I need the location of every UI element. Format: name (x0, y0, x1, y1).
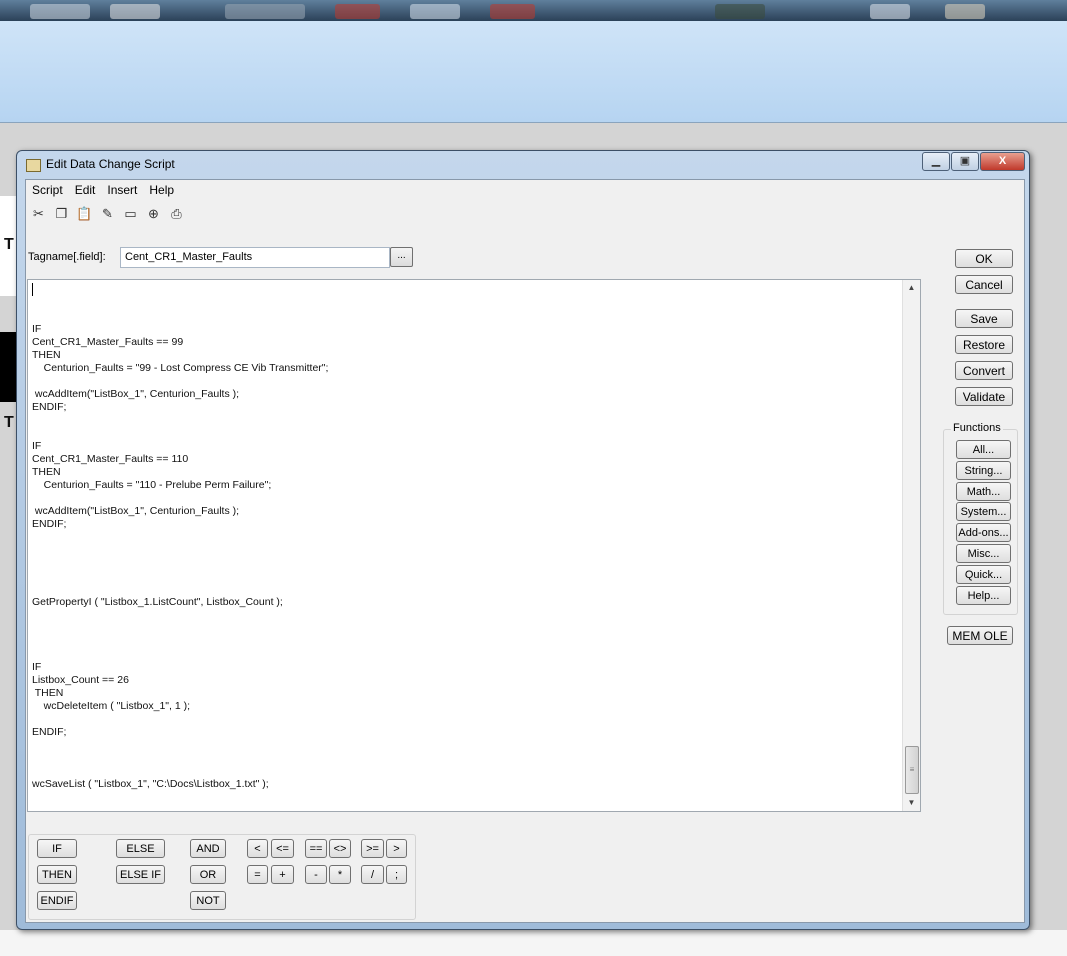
close-button[interactable]: X (980, 152, 1025, 171)
op-lt-button[interactable]: < (247, 839, 268, 858)
scroll-thumb[interactable]: ≡ (905, 746, 919, 794)
taskbar-thumb[interactable] (715, 4, 765, 19)
dialog-title: Edit Data Change Script (46, 157, 175, 171)
functions-addons-button[interactable]: Add-ons... (956, 523, 1011, 542)
op-times-button[interactable]: * (329, 865, 351, 884)
taskbar-thumb[interactable] (410, 4, 460, 19)
functions-misc-button[interactable]: Misc... (956, 544, 1011, 563)
op-le-button[interactable]: <= (271, 839, 294, 858)
functions-title: Functions (951, 422, 1003, 434)
toolbar: ✂ ❐ 📋 ✎ ▭ ⊕ ⎙ (30, 206, 185, 221)
taskbar-thumb[interactable] (490, 4, 535, 19)
window-controls: ▁ ▣ X (921, 152, 1025, 171)
cancel-button[interactable]: Cancel (955, 275, 1013, 294)
op-and-button[interactable]: AND (190, 839, 226, 858)
tagname-input[interactable]: Cent_CR1_Master_Faults (120, 247, 390, 268)
taskbar-thumb[interactable] (335, 4, 380, 19)
print-icon[interactable]: ⎙ (168, 206, 185, 221)
parent-status-area (0, 930, 1067, 956)
convert-icon[interactable]: ⊕ (145, 206, 162, 221)
script-text[interactable]: IF Cent_CR1_Master_Faults == 99 THEN Cen… (32, 284, 328, 791)
restore-button[interactable]: Restore (955, 335, 1013, 354)
maximize-button[interactable]: ▣ (951, 152, 979, 171)
parent-app-header (0, 21, 1067, 123)
op-then-button[interactable]: THEN (37, 865, 77, 884)
taskbar (0, 0, 1067, 21)
validate-button[interactable]: Validate (955, 387, 1013, 406)
op-plus-button[interactable]: + (271, 865, 294, 884)
functions-system-button[interactable]: System... (956, 502, 1011, 521)
op-ne-button[interactable]: <> (329, 839, 351, 858)
op-assign-button[interactable]: = (247, 865, 268, 884)
functions-help-button[interactable]: Help... (956, 586, 1011, 605)
mem-ole-button[interactable]: MEM OLE (947, 626, 1013, 645)
op-else-button[interactable]: ELSE (116, 839, 165, 858)
op-eq-button[interactable]: == (305, 839, 327, 858)
op-gt-button[interactable]: > (386, 839, 407, 858)
tagname-browse-button[interactable]: ... (390, 247, 413, 267)
op-or-button[interactable]: OR (190, 865, 226, 884)
op-not-button[interactable]: NOT (190, 891, 226, 910)
op-ge-button[interactable]: >= (361, 839, 384, 858)
cut-icon[interactable]: ✂ (30, 206, 47, 221)
edit-data-change-script-dialog: Edit Data Change Script ▁ ▣ X Script Edi… (16, 150, 1030, 930)
window-icon[interactable]: ▭ (122, 206, 139, 221)
menu-bar: Script Edit Insert Help (26, 180, 1024, 200)
op-endif-button[interactable]: ENDIF (37, 891, 77, 910)
convert-button[interactable]: Convert (955, 361, 1013, 380)
menu-edit[interactable]: Edit (69, 180, 102, 200)
scroll-up-arrow-icon[interactable]: ▲ (903, 280, 920, 296)
menu-insert[interactable]: Insert (101, 180, 143, 200)
menu-help[interactable]: Help (143, 180, 180, 200)
functions-quick-button[interactable]: Quick... (956, 565, 1011, 584)
copy-icon[interactable]: ❐ (53, 206, 70, 221)
op-divide-button[interactable]: / (361, 865, 384, 884)
taskbar-thumb[interactable] (110, 4, 160, 19)
minimize-button[interactable]: ▁ (922, 152, 950, 171)
taskbar-thumb[interactable] (870, 4, 910, 19)
op-if-button[interactable]: IF (37, 839, 77, 858)
op-semicolon-button[interactable]: ; (386, 865, 407, 884)
editor-scrollbar[interactable]: ▲ ≡ ▼ (902, 280, 920, 811)
op-minus-button[interactable]: - (305, 865, 327, 884)
op-elseif-button[interactable]: ELSE IF (116, 865, 165, 884)
taskbar-thumb[interactable] (225, 4, 305, 19)
save-button[interactable]: Save (955, 309, 1013, 328)
tag-icon[interactable]: ✎ (99, 206, 116, 221)
functions-math-button[interactable]: Math... (956, 482, 1011, 501)
script-editor[interactable]: IF Cent_CR1_Master_Faults == 99 THEN Cen… (27, 279, 921, 812)
dialog-client: Script Edit Insert Help ✂ ❐ 📋 ✎ ▭ ⊕ ⎙ Ta… (25, 179, 1025, 923)
functions-all-button[interactable]: All... (956, 440, 1011, 459)
scroll-down-arrow-icon[interactable]: ▼ (903, 795, 920, 811)
tagname-label: Tagname[.field]: (28, 251, 106, 263)
ok-button[interactable]: OK (955, 249, 1013, 268)
taskbar-thumb[interactable] (30, 4, 90, 19)
taskbar-thumb[interactable] (945, 4, 985, 19)
script-app-icon (26, 159, 41, 172)
functions-string-button[interactable]: String... (956, 461, 1011, 480)
parent-text: T (4, 236, 14, 253)
menu-script[interactable]: Script (26, 180, 69, 200)
paste-icon[interactable]: 📋 (76, 206, 93, 221)
